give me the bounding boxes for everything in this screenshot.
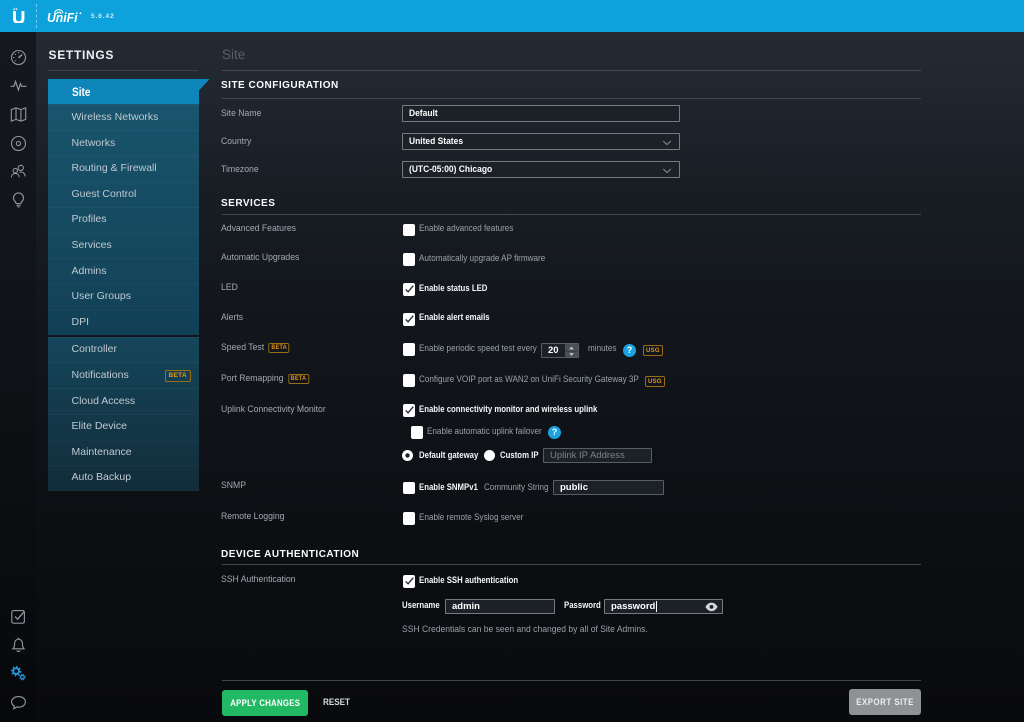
svg-text:UniFi: UniFi	[47, 11, 78, 25]
